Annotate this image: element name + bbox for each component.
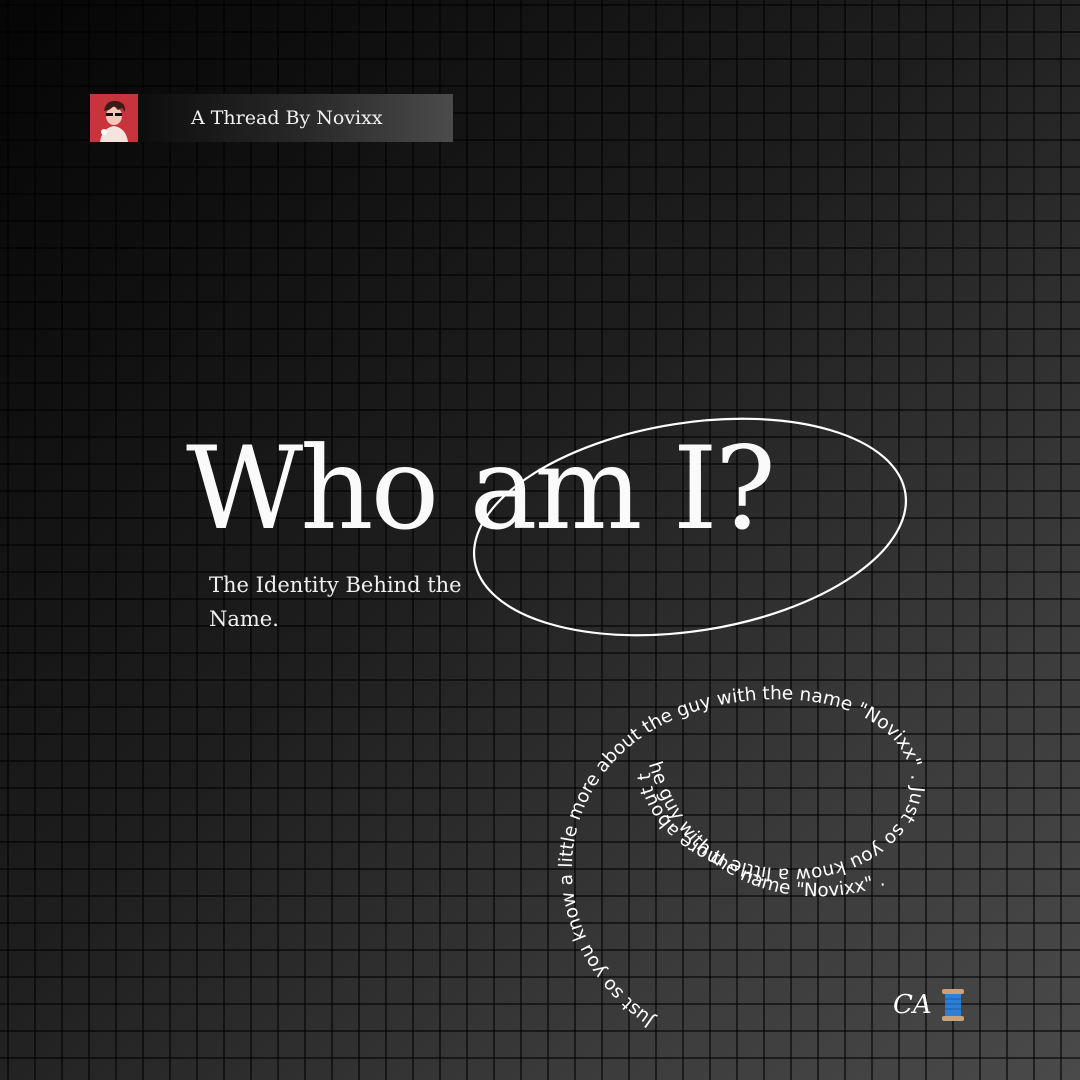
signature-initials: CA — [893, 990, 932, 1020]
title-ellipse-outline — [472, 417, 908, 637]
decor-overlay: Just so you know a little more about the… — [472, 417, 928, 1032]
spool-of-thread-icon — [941, 989, 964, 1021]
spiral-caption: Just so you know a little more about the… — [556, 683, 928, 1032]
signature: CA — [893, 988, 964, 1022]
spiral-caption-text: Just so you know a little more about the… — [556, 683, 928, 1032]
